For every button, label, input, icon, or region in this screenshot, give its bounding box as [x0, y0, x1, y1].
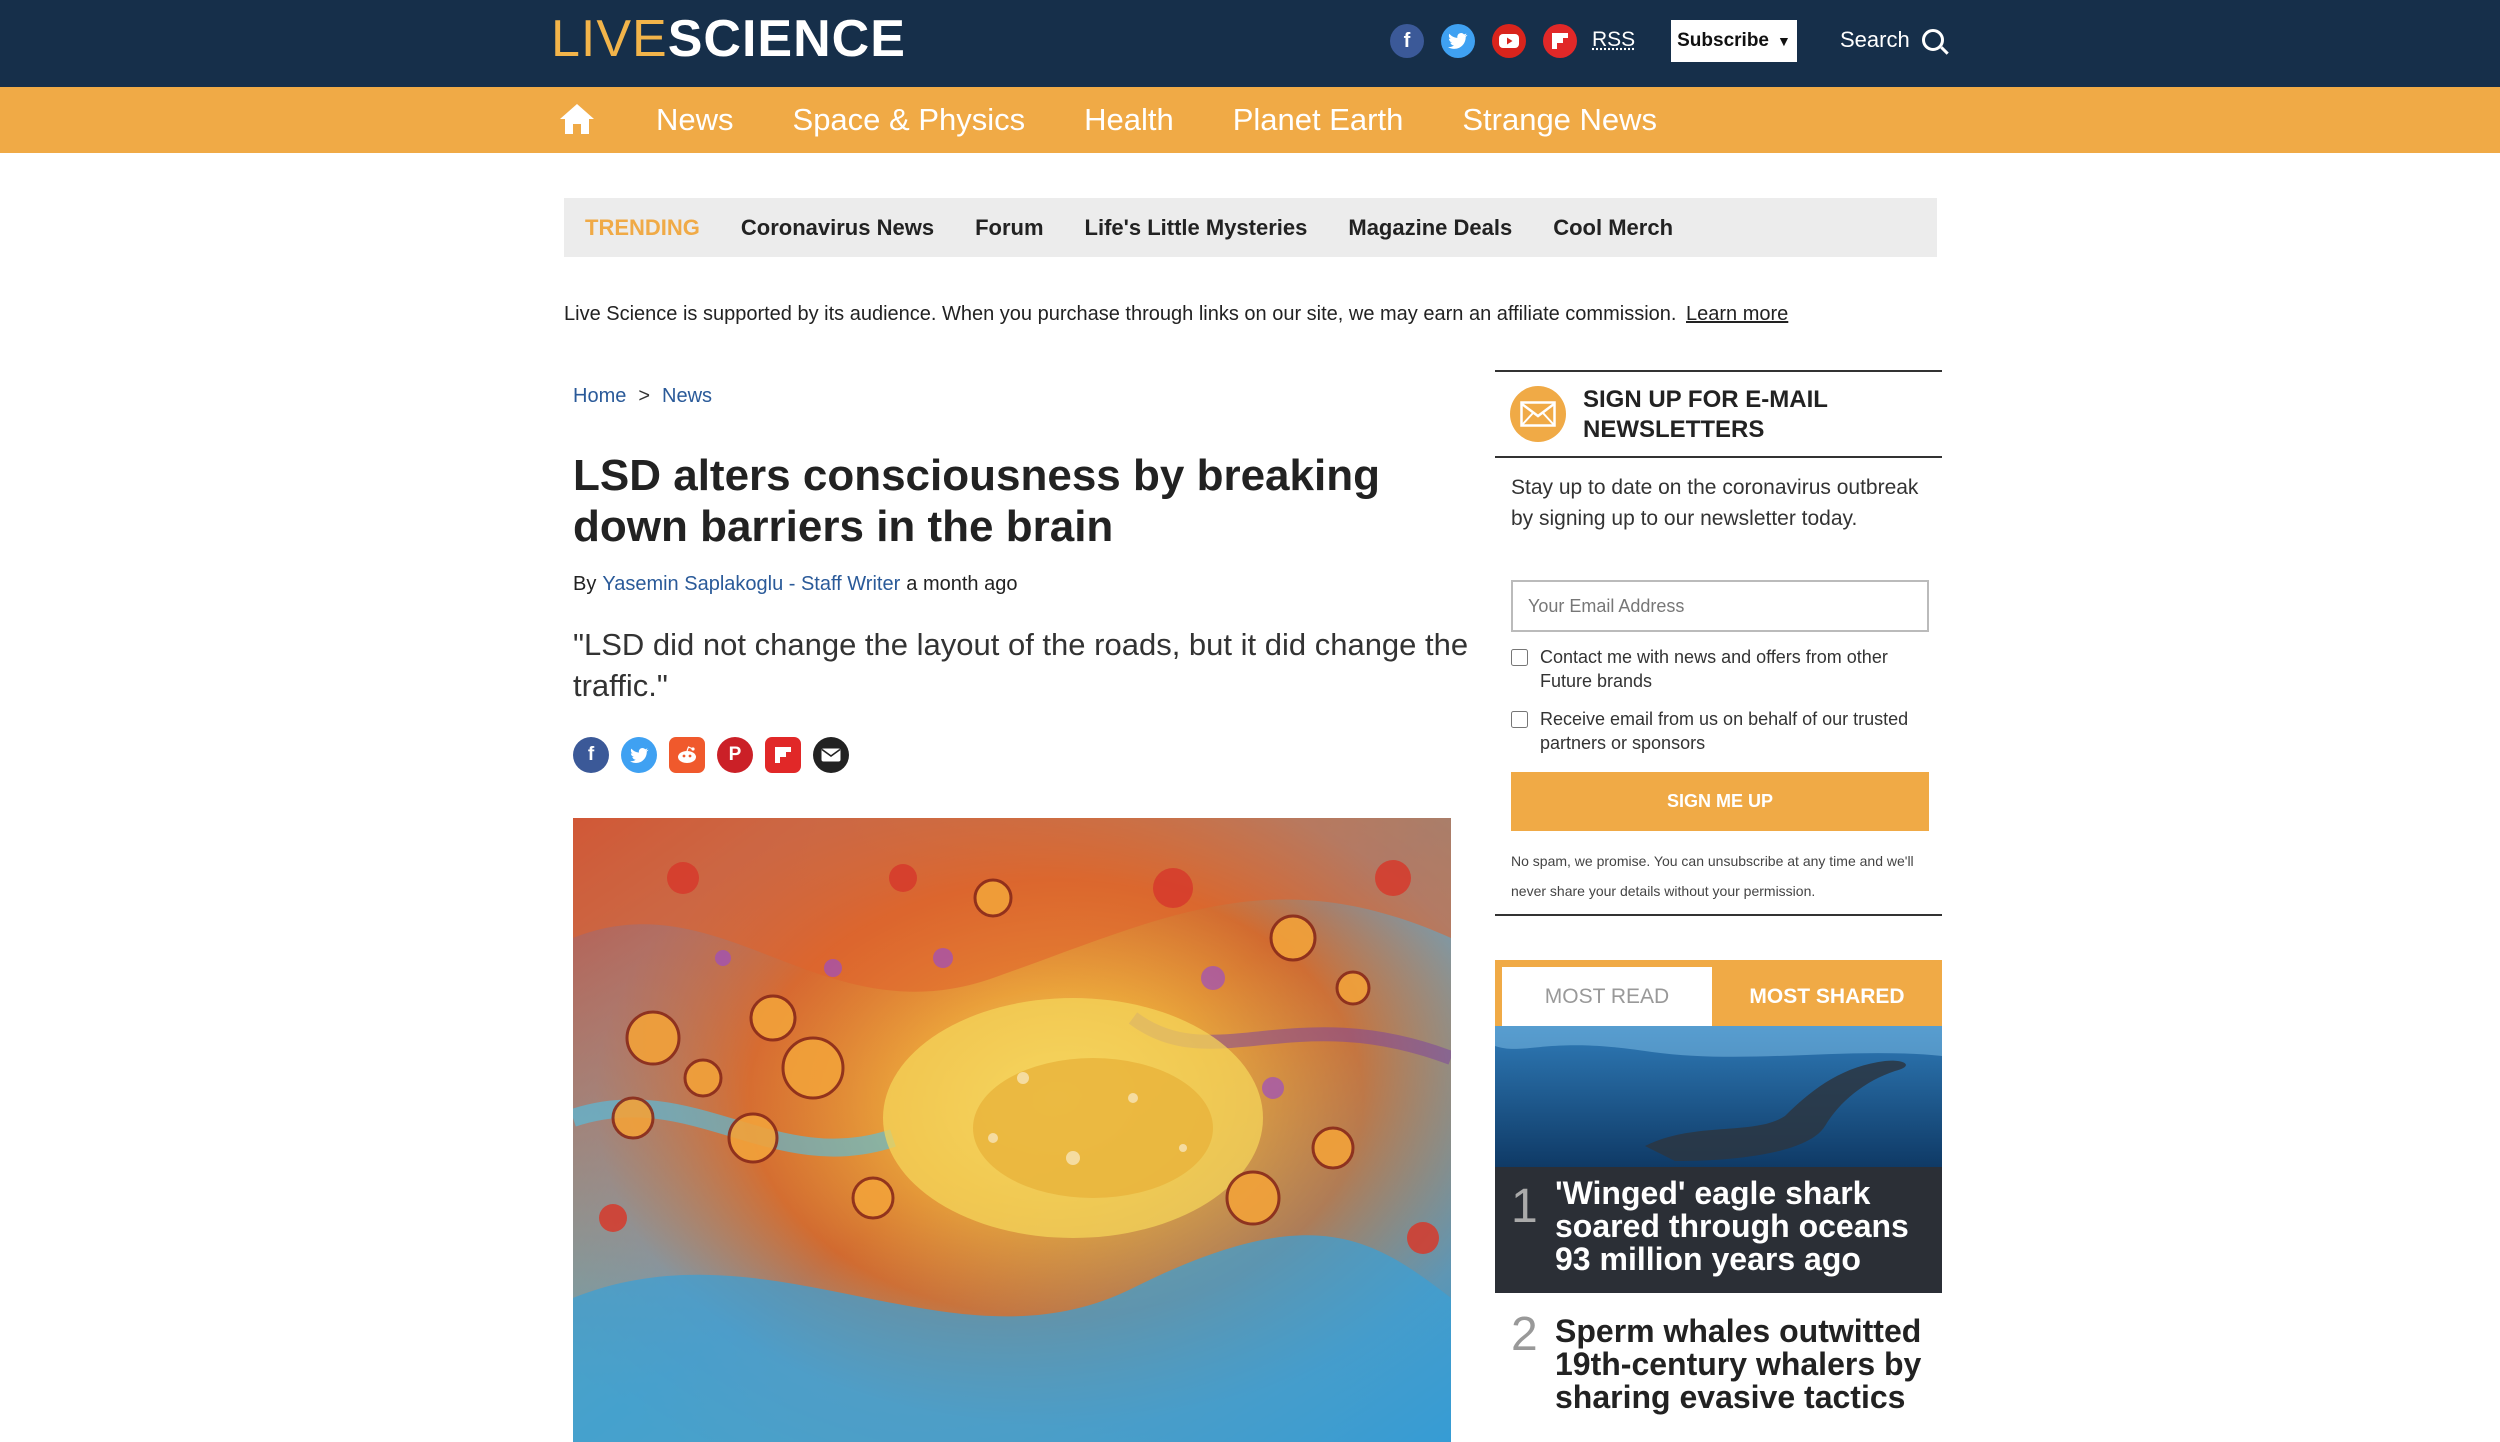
header-social-links: f [1390, 24, 1577, 58]
hero-image [573, 818, 1451, 1442]
reddit-icon[interactable] [669, 737, 705, 773]
site-header: LIVESCIENCE f RSS Subscribe ▼ Search [0, 0, 2500, 87]
facebook-icon[interactable]: f [1390, 24, 1424, 58]
twitter-icon[interactable] [1441, 24, 1475, 58]
most-read-tabs: MOST READ MOST SHARED [1495, 960, 1942, 1026]
pinterest-icon[interactable]: P [717, 737, 753, 773]
affiliate-text: Live Science is supported by its audienc… [564, 303, 1677, 325]
trending-item-coronavirus[interactable]: Coronavirus News [741, 215, 934, 241]
newsletter-header: SIGN UP FOR E-MAIL NEWSLETTERS [1495, 372, 1942, 458]
email-icon[interactable] [813, 737, 849, 773]
search-button[interactable]: Search [1840, 27, 1944, 53]
learn-more-link[interactable]: Learn more [1686, 303, 1788, 325]
trending-bar: TRENDING Coronavirus News Forum Life's L… [564, 198, 1937, 257]
most-read-item-1[interactable]: 1 'Winged' eagle shark soared through oc… [1495, 1167, 1942, 1293]
trending-item-merch[interactable]: Cool Merch [1553, 215, 1673, 241]
logo-science: SCIENCE [667, 10, 906, 68]
trending-item-forum[interactable]: Forum [975, 215, 1043, 241]
newsletter-disclaimer: No spam, we promise. You can unsubscribe… [1511, 853, 1914, 899]
checkbox-partners-input[interactable] [1511, 711, 1528, 728]
breadcrumb-home[interactable]: Home [573, 385, 626, 408]
nav-item-strange-news[interactable]: Strange News [1462, 102, 1657, 138]
tab-most-read[interactable]: MOST READ [1502, 967, 1712, 1026]
byline-by: By [573, 573, 597, 595]
checkbox-partners-label: Receive email from us on behalf of our t… [1540, 709, 1909, 753]
nav-item-space-physics[interactable]: Space & Physics [793, 102, 1026, 138]
trending-label: TRENDING [585, 214, 700, 240]
rank-number: 2 [1511, 1308, 1538, 1361]
checkbox-future-brands[interactable]: Contact me with news and offers from oth… [1511, 645, 1931, 693]
most-read-item-2[interactable]: 2 Sperm whales outwitted 19th-century wh… [1495, 1293, 1942, 1442]
main-nav: News Space & Physics Health Planet Earth… [0, 87, 2500, 153]
article-dek: "LSD did not change the layout of the ro… [573, 627, 1469, 703]
rank-number: 1 [1511, 1180, 1538, 1233]
youtube-icon[interactable] [1492, 24, 1526, 58]
search-label: Search [1840, 27, 1910, 52]
author-link[interactable]: Yasemin Saplakoglu - Staff Writer [602, 573, 900, 595]
nav-item-news[interactable]: News [656, 102, 734, 138]
most-read-thumbnail[interactable] [1495, 1026, 1942, 1167]
subscribe-label: Subscribe [1677, 30, 1769, 51]
rss-link[interactable]: RSS [1592, 28, 1635, 52]
checkbox-future-brands-input[interactable] [1511, 649, 1528, 666]
byline: By Yasemin Saplakoglu - Staff Writer a mon… [573, 573, 1017, 596]
breadcrumb: Home > News [573, 385, 712, 408]
nav-item-health[interactable]: Health [1084, 102, 1174, 138]
subscribe-button[interactable]: Subscribe ▼ [1671, 20, 1797, 62]
twitter-icon[interactable] [621, 737, 657, 773]
facebook-icon[interactable]: f [573, 737, 609, 773]
newsletter-divider [1495, 914, 1942, 916]
caret-down-icon: ▼ [1777, 33, 1791, 49]
flipboard-icon[interactable] [765, 737, 801, 773]
trending-item-mysteries[interactable]: Life's Little Mysteries [1085, 215, 1308, 241]
envelope-icon [1510, 386, 1566, 442]
share-buttons: f P [573, 737, 849, 773]
trending-item-magazine[interactable]: Magazine Deals [1348, 215, 1512, 241]
checkbox-partners[interactable]: Receive email from us on behalf of our t… [1511, 707, 1931, 755]
affiliate-disclosure: Live Science is supported by its audienc… [564, 303, 1788, 326]
nav-item-planet-earth[interactable]: Planet Earth [1233, 102, 1404, 138]
logo-live: LIVE [551, 10, 668, 68]
newsletter-description: Stay up to date on the coronavirus outbr… [1511, 476, 1919, 530]
article-title: LSD alters consciousness by breaking dow… [573, 451, 1380, 551]
checkbox-future-brands-label: Contact me with news and offers from oth… [1540, 647, 1888, 691]
sign-me-up-button[interactable]: SIGN ME UP [1511, 772, 1929, 831]
email-field[interactable] [1511, 580, 1929, 632]
most-read-title: 'Winged' eagle shark soared through ocea… [1555, 1175, 1909, 1277]
breadcrumb-news[interactable]: News [662, 385, 712, 408]
flipboard-icon[interactable] [1543, 24, 1577, 58]
newsletter-box: SIGN UP FOR E-MAIL NEWSLETTERS [1495, 370, 1942, 458]
home-icon[interactable] [557, 101, 597, 137]
site-logo[interactable]: LIVESCIENCE [551, 13, 906, 65]
tab-most-shared[interactable]: MOST SHARED [1712, 967, 1942, 1026]
publish-time: a month ago [906, 573, 1018, 595]
newsletter-title: SIGN UP FOR E-MAIL NEWSLETTERS [1583, 386, 1828, 443]
breadcrumb-separator: > [638, 385, 651, 407]
most-read-title: Sperm whales outwitted 19th-century whal… [1555, 1313, 1922, 1415]
search-icon [1921, 29, 1944, 51]
